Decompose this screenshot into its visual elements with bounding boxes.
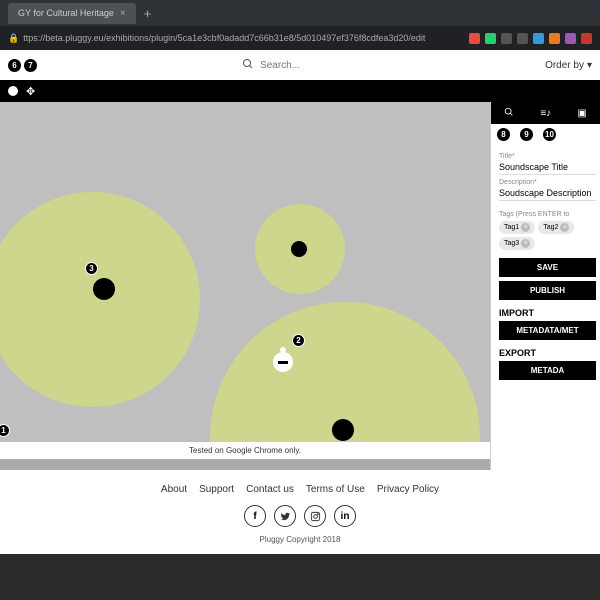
- desc-input[interactable]: Soudscape Description: [499, 186, 596, 201]
- tool-circle[interactable]: [8, 86, 18, 96]
- remove-tag-icon[interactable]: ×: [521, 239, 530, 248]
- listener[interactable]: [273, 352, 293, 372]
- tag-chip[interactable]: Tag2×: [538, 221, 574, 234]
- facebook-icon[interactable]: f: [244, 505, 266, 527]
- search-input[interactable]: [260, 60, 340, 71]
- import-label: IMPORT: [499, 308, 596, 318]
- remove-tag-icon[interactable]: ×: [521, 223, 530, 232]
- search-icon[interactable]: [242, 58, 254, 73]
- lock-icon: 🔒: [8, 33, 19, 44]
- editor-toolbar: ✥: [0, 80, 600, 102]
- tag-chip[interactable]: Tag1×: [499, 221, 535, 234]
- properties-panel: ≡♪ ▣ 8 9 10 Title* Soundscape Title Desc…: [490, 102, 600, 470]
- ext-icon[interactable]: [517, 33, 528, 44]
- callout-badge-2: 2: [292, 334, 305, 347]
- canvas-wrap: 3 2 1 Tested on Google Chrome only.: [0, 102, 490, 470]
- linkedin-icon[interactable]: in: [334, 505, 356, 527]
- twitter-icon[interactable]: [274, 505, 296, 527]
- browser-tab-bar: GY for Cultural Heritage × +: [0, 0, 600, 26]
- ext-icon[interactable]: [485, 33, 496, 44]
- ext-icon[interactable]: [565, 33, 576, 44]
- main-area: 3 2 1 Tested on Google Chrome only. ≡♪ ▣…: [0, 102, 600, 470]
- new-tab-button[interactable]: +: [144, 6, 152, 21]
- social-icons: f in: [0, 505, 600, 527]
- callout-badge-9: 9: [520, 128, 533, 141]
- footer-links: About Support Contact us Terms of Use Pr…: [0, 484, 600, 495]
- instagram-icon[interactable]: [304, 505, 326, 527]
- footer-link-terms[interactable]: Terms of Use: [306, 484, 365, 495]
- header-bar: 6 7 Order by ▾: [0, 50, 600, 80]
- url-bar[interactable]: 🔒 ttps://beta.pluggy.eu/exhibitions/plug…: [0, 26, 600, 50]
- title-input[interactable]: Soundscape Title: [499, 160, 596, 175]
- order-by-label: Order by: [545, 60, 584, 71]
- playlist-icon[interactable]: ≡♪: [540, 108, 551, 119]
- url-text: ttps://beta.pluggy.eu/exhibitions/plugin…: [23, 33, 469, 43]
- sound-source-2[interactable]: [332, 419, 354, 441]
- tags-label: Tags (Press ENTER to: [499, 211, 596, 218]
- footer-link-support[interactable]: Support: [199, 484, 234, 495]
- footer-link-contact[interactable]: Contact us: [246, 484, 294, 495]
- save-button[interactable]: SAVE: [499, 258, 596, 277]
- callout-badge-6: 6: [8, 59, 21, 72]
- search-icon[interactable]: [504, 107, 514, 120]
- footer-link-about[interactable]: About: [161, 484, 187, 495]
- publish-button[interactable]: PUBLISH: [499, 281, 596, 300]
- image-icon[interactable]: ▣: [577, 108, 586, 119]
- canvas-note: Tested on Google Chrome only.: [0, 442, 490, 459]
- ext-icon[interactable]: [533, 33, 544, 44]
- callout-badge-7: 7: [24, 59, 37, 72]
- tool-move-icon[interactable]: ✥: [26, 85, 35, 98]
- ext-icon[interactable]: [581, 33, 592, 44]
- copyright: Pluggy Copyright 2018: [0, 535, 600, 544]
- footer-link-privacy[interactable]: Privacy Policy: [377, 484, 439, 495]
- ext-icon[interactable]: [469, 33, 480, 44]
- panel-toolbar: ≡♪ ▣: [491, 102, 600, 124]
- chevron-down-icon: ▾: [587, 60, 592, 71]
- close-icon[interactable]: ×: [120, 8, 126, 19]
- sound-source-small[interactable]: [291, 241, 307, 257]
- tab-title: GY for Cultural Heritage: [18, 8, 114, 18]
- ext-icon[interactable]: [549, 33, 560, 44]
- sound-source-3[interactable]: [93, 278, 115, 300]
- desc-label: Description*: [499, 179, 596, 186]
- export-metadata-button[interactable]: METADA: [499, 361, 596, 380]
- remove-tag-icon[interactable]: ×: [560, 223, 569, 232]
- browser-tab[interactable]: GY for Cultural Heritage ×: [8, 3, 136, 24]
- extension-icons: [469, 33, 592, 44]
- ext-icon[interactable]: [501, 33, 512, 44]
- callout-badge-8: 8: [497, 128, 510, 141]
- order-by-dropdown[interactable]: Order by ▾: [545, 60, 592, 71]
- title-label: Title*: [499, 153, 596, 160]
- tag-chip[interactable]: Tag3×: [499, 237, 535, 250]
- soundscape-canvas[interactable]: 3 2 1: [0, 102, 490, 442]
- footer: About Support Contact us Terms of Use Pr…: [0, 470, 600, 554]
- callout-badge-3: 3: [85, 262, 98, 275]
- callout-badge-10: 10: [543, 128, 556, 141]
- callout-badge-1: 1: [0, 424, 10, 437]
- import-metadata-button[interactable]: METADATA/MET: [499, 321, 596, 340]
- export-label: EXPORT: [499, 348, 596, 358]
- tags-container[interactable]: Tag1× Tag2× Tag3×: [499, 221, 596, 250]
